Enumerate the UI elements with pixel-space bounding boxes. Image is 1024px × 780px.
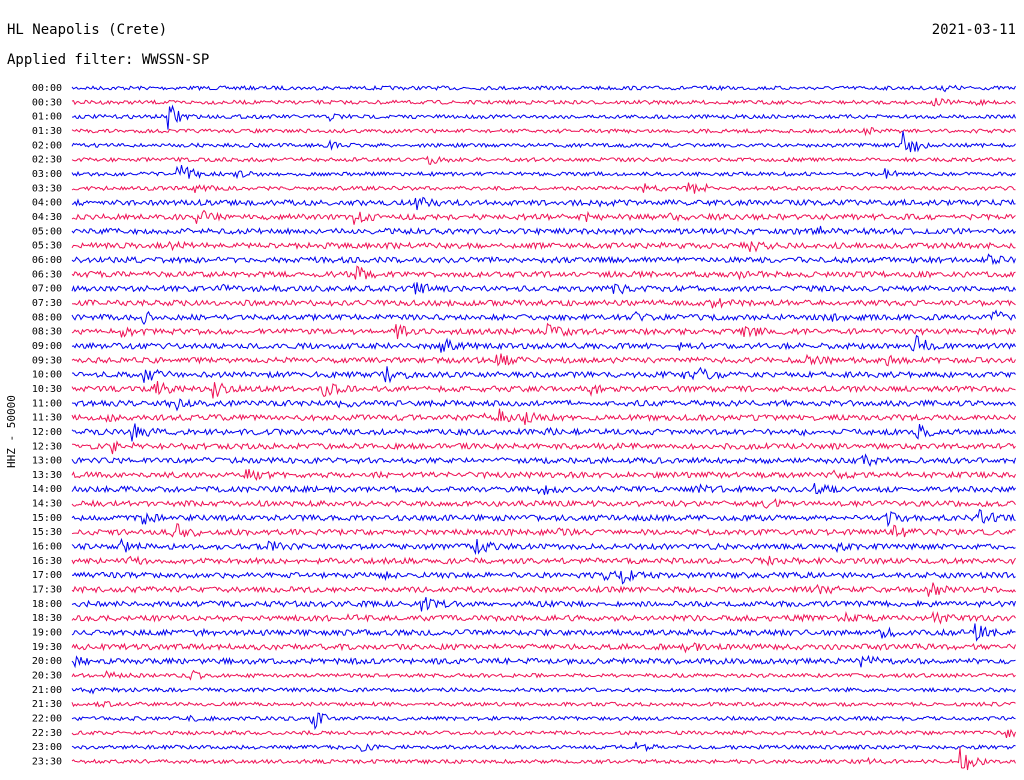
trace-line (71, 84, 1016, 93)
trace-line (71, 225, 1016, 236)
trace-line (71, 366, 1016, 384)
row-label: 18:00 (32, 599, 62, 610)
trace-line (71, 423, 1016, 442)
trace-line (71, 570, 1016, 585)
trace-line (71, 483, 1016, 495)
row-label: 00:30 (32, 97, 62, 108)
row-label: 03:30 (32, 183, 62, 194)
trace-line (71, 523, 1016, 538)
row-label: 02:30 (32, 155, 62, 166)
trace-line (71, 322, 1016, 340)
trace-line (71, 610, 1016, 625)
row-label: 01:00 (32, 112, 62, 123)
row-label: 21:30 (32, 699, 62, 710)
row-label: 07:30 (32, 298, 62, 309)
row-label: 19:00 (32, 628, 62, 639)
trace-line (71, 623, 1016, 642)
row-label: 04:00 (32, 198, 62, 209)
trace-line (71, 747, 1016, 771)
row-label: 05:30 (32, 241, 62, 252)
row-label: 14:00 (32, 484, 62, 495)
row-label: 12:00 (32, 427, 62, 438)
row-label: 06:30 (32, 269, 62, 280)
trace-line (71, 537, 1016, 556)
trace-line (71, 164, 1016, 180)
row-label: 23:30 (32, 757, 62, 768)
trace-line (71, 126, 1016, 137)
trace-line (71, 155, 1016, 166)
trace-line (71, 555, 1016, 567)
trace-line (71, 654, 1016, 669)
trace-line (71, 440, 1016, 455)
trace-line (71, 408, 1016, 425)
row-label: 18:30 (32, 613, 62, 624)
trace-line (71, 209, 1016, 225)
row-label: 13:30 (32, 470, 62, 481)
trace-line (71, 265, 1016, 281)
row-label: 05:00 (32, 226, 62, 237)
trace-line (71, 353, 1016, 367)
trace-line (71, 700, 1016, 709)
row-label: 20:00 (32, 656, 62, 667)
trace-line (71, 453, 1016, 467)
trace-line (71, 597, 1016, 612)
trace-line (71, 508, 1016, 528)
row-label: 10:00 (32, 370, 62, 381)
row-label: 17:00 (32, 570, 62, 581)
row-label: 16:00 (32, 542, 62, 553)
row-label: 09:30 (32, 355, 62, 366)
row-label: 11:00 (32, 398, 62, 409)
trace-line (71, 182, 1016, 194)
row-label: 11:30 (32, 413, 62, 424)
row-label: 16:30 (32, 556, 62, 567)
row-label: 12:30 (32, 441, 62, 452)
trace-line (71, 712, 1016, 731)
row-label: 00:00 (32, 83, 62, 94)
trace-line (71, 381, 1016, 399)
row-label: 21:00 (32, 685, 62, 696)
row-label-group: 00:00 00:30 01:00 01:30 02:00 02:30 03:00 03:30… (32, 83, 62, 768)
row-label: 13:00 (32, 456, 62, 467)
row-label: 08:00 (32, 312, 62, 323)
trace-line (71, 686, 1016, 695)
row-label: 04:30 (32, 212, 62, 223)
trace-line (71, 97, 1016, 107)
row-label: 14:30 (32, 499, 62, 510)
trace-line (71, 298, 1016, 309)
trace-line (71, 642, 1016, 654)
trace-line (71, 196, 1016, 211)
trace-line (71, 334, 1016, 353)
row-label: 01:30 (32, 126, 62, 137)
row-label: 15:30 (32, 527, 62, 538)
trace-line (71, 741, 1016, 753)
trace-line (71, 131, 1016, 153)
trace-line (71, 669, 1016, 681)
row-label: 22:00 (32, 714, 62, 725)
row-label: 20:30 (32, 671, 62, 682)
row-label: 23:00 (32, 742, 62, 753)
row-label: 02:00 (32, 140, 62, 151)
row-label: 19:30 (32, 642, 62, 653)
row-label: 10:30 (32, 384, 62, 395)
trace-line (71, 253, 1016, 266)
row-label: 15:00 (32, 513, 62, 524)
trace-line (71, 498, 1016, 509)
trace-group (71, 84, 1016, 771)
trace-line (71, 309, 1016, 326)
trace-line (71, 281, 1016, 295)
trace-line (71, 469, 1016, 482)
row-label: 07:00 (32, 284, 62, 295)
seismogram-plot: 00:00 00:30 01:00 01:30 02:00 02:30 03:00 03:30… (32, 83, 1016, 771)
row-label: 22:30 (32, 728, 62, 739)
row-label: 06:00 (32, 255, 62, 266)
trace-line (71, 398, 1016, 412)
row-label: 09:00 (32, 341, 62, 352)
trace-line (71, 582, 1016, 597)
trace-line (71, 728, 1016, 739)
trace-line (71, 240, 1016, 253)
row-label: 08:30 (32, 327, 62, 338)
row-label: 17:30 (32, 585, 62, 596)
row-label: 03:00 (32, 169, 62, 180)
trace-line (71, 104, 1016, 130)
